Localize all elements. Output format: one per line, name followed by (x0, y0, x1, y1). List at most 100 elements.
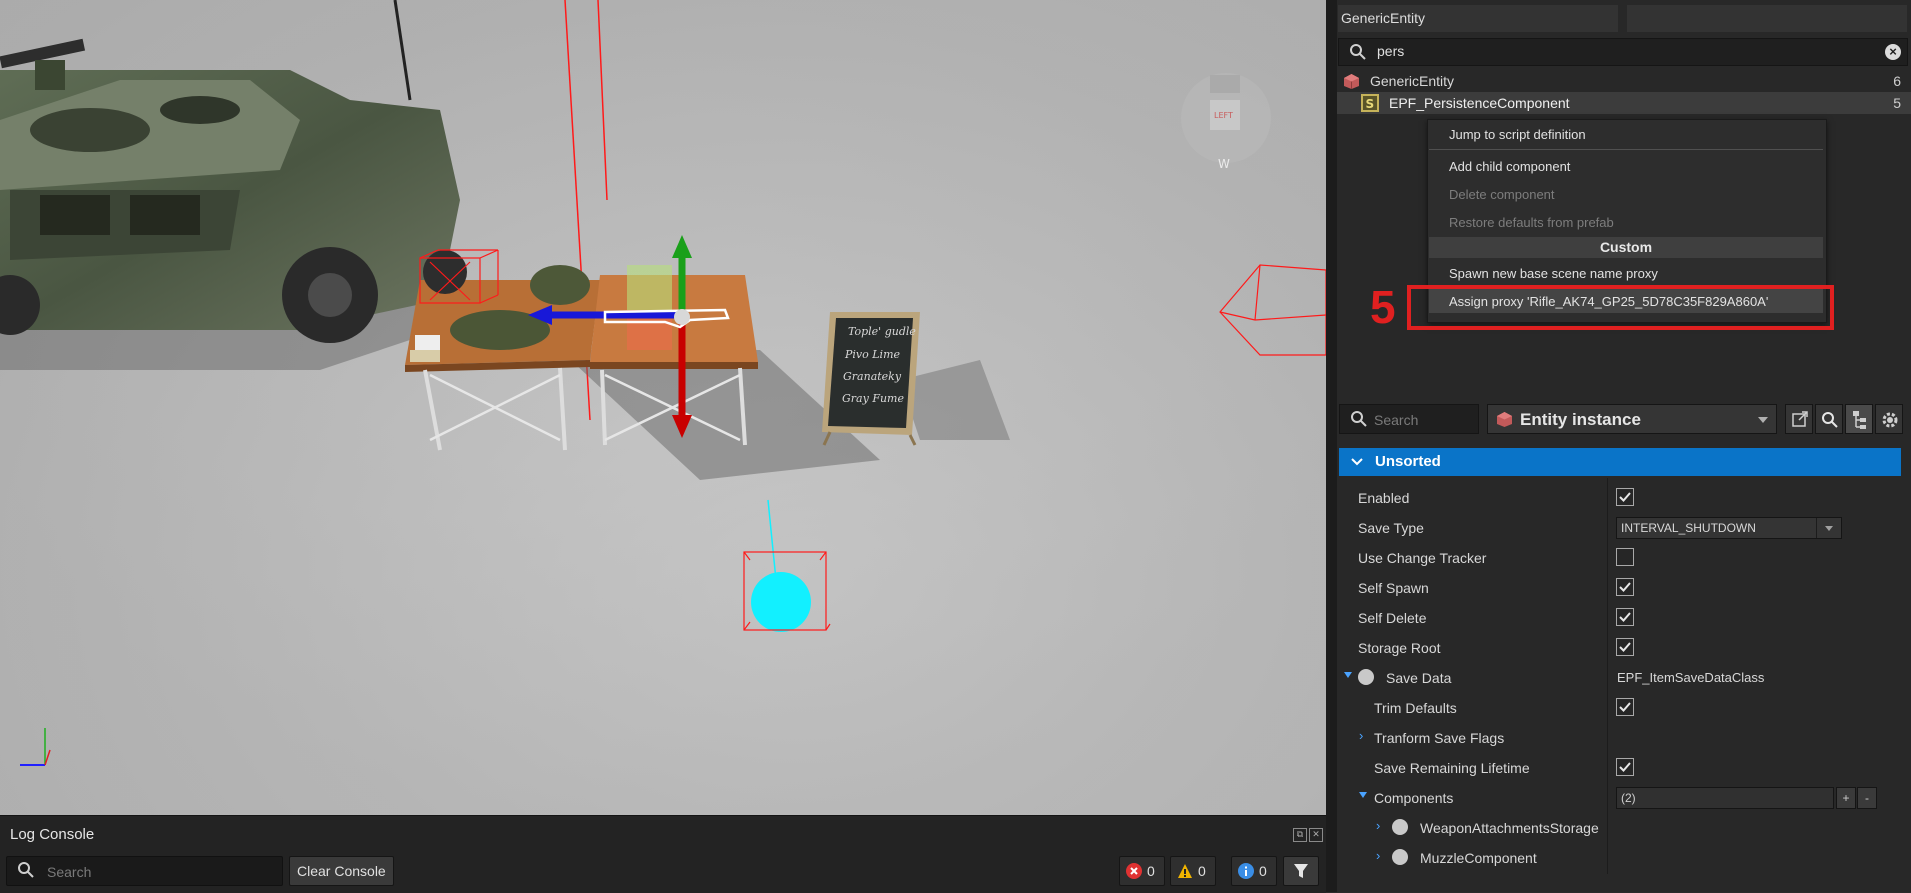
tree-row-persistence-component[interactable]: S EPF_PersistenceComponent 5 (1337, 92, 1911, 114)
check-icon (1619, 492, 1631, 502)
prop-row-components: Components (2) + - (1337, 783, 1911, 813)
save-type-value: INTERVAL_SHUTDOWN (1621, 521, 1756, 535)
warning-filter-button[interactable]: 0 (1170, 856, 1216, 886)
menu-item-jump-to-script[interactable]: Jump to script definition (1449, 127, 1586, 142)
remove-component-button[interactable]: - (1857, 787, 1877, 809)
log-console-title: Log Console (10, 826, 95, 843)
panel-separator[interactable] (1326, 0, 1337, 892)
filter-icon (1294, 864, 1308, 878)
properties-search-box[interactable] (1339, 404, 1479, 434)
prop-label: Components (1374, 790, 1454, 806)
log-console-panel: Log Console ⧉ ✕ Clear Console 0 0 0 (0, 815, 1326, 893)
hierarchy-view-button[interactable] (1845, 404, 1873, 434)
expand-toggle-icon[interactable] (1344, 672, 1352, 678)
prop-row-self-delete: Self Delete (1337, 603, 1911, 633)
menu-item-spawn-proxy[interactable]: Spawn new base scene name proxy (1449, 266, 1658, 281)
svg-text:S: S (1366, 97, 1375, 111)
log-search-input[interactable] (45, 861, 274, 883)
gizmo-label: LEFT (1214, 111, 1233, 120)
prop-row-save-type: Save Type INTERVAL_SHUTDOWN (1337, 513, 1911, 543)
info-count: 0 (1259, 863, 1267, 879)
gear-icon (1882, 412, 1898, 428)
add-component-button[interactable]: + (1836, 787, 1856, 809)
save-data-value[interactable]: EPF_ItemSaveDataClass (1617, 670, 1764, 685)
prop-label: Self Delete (1358, 610, 1427, 626)
entity-cube-icon (1344, 74, 1359, 89)
check-icon (1619, 612, 1631, 622)
search-icon (18, 862, 34, 878)
tree-row-label: GenericEntity (1370, 73, 1455, 89)
self-delete-checkbox[interactable] (1616, 608, 1634, 626)
prop-label: Self Spawn (1358, 580, 1429, 596)
trim-defaults-checkbox[interactable] (1616, 698, 1634, 716)
hierarchy-icon (1853, 411, 1866, 429)
prop-label: WeaponAttachmentsStorage (1420, 820, 1599, 836)
undock-icon[interactable]: ⧉ (1293, 828, 1307, 842)
object-icon (1392, 849, 1408, 865)
enabled-checkbox[interactable] (1616, 488, 1634, 506)
clear-console-button[interactable]: Clear Console (289, 856, 394, 886)
object-icon (1392, 819, 1408, 835)
components-array-field[interactable]: (2) (1616, 787, 1834, 809)
log-search-box[interactable] (6, 856, 283, 886)
hierarchy-header: GenericEntity (1337, 0, 1911, 36)
prop-row-save-remaining-lifetime: Save Remaining Lifetime (1337, 753, 1911, 783)
section-header-unsorted[interactable]: Unsorted (1339, 448, 1901, 476)
info-icon (1238, 863, 1254, 879)
properties-toolbar: Entity instance (1337, 402, 1911, 436)
secondary-field[interactable] (1627, 5, 1907, 32)
save-type-dropdown[interactable]: INTERVAL_SHUTDOWN (1616, 517, 1842, 539)
check-icon (1619, 762, 1631, 772)
chevron-down-icon (1351, 458, 1363, 466)
menu-item-delete-component[interactable]: Delete component (1449, 187, 1555, 202)
prop-label: Trim Defaults (1374, 700, 1457, 716)
chevron-down-icon (1816, 518, 1841, 538)
entity-name-field[interactable]: GenericEntity (1338, 5, 1618, 32)
script-icon: S (1361, 94, 1379, 112)
prop-label: Save Type (1358, 520, 1424, 536)
warning-icon (1178, 864, 1192, 878)
prop-label: Save Data (1386, 670, 1452, 686)
close-console-icon[interactable]: ✕ (1309, 828, 1323, 842)
use-change-tracker-checkbox[interactable] (1616, 548, 1634, 566)
tree-row-count: 5 (1893, 95, 1901, 111)
prop-row-muzzle-component: › MuzzleComponent (1376, 848, 1537, 866)
settings-button[interactable] (1875, 404, 1903, 434)
warning-count: 0 (1198, 863, 1206, 879)
scene-render: Tople' gudle Pivo Lime Granateky Gray Fu… (0, 0, 1326, 815)
search-icon (1350, 44, 1366, 60)
prop-row-trim-defaults: Trim Defaults (1337, 693, 1911, 723)
tree-row-entity[interactable]: GenericEntity 6 (1337, 70, 1911, 92)
scene-viewport[interactable]: Tople' gudle Pivo Lime Granateky Gray Fu… (0, 0, 1326, 815)
prop-label: MuzzleComponent (1420, 850, 1537, 866)
prop-label: Tranform Save Flags (1374, 730, 1505, 746)
self-spawn-checkbox[interactable] (1616, 578, 1634, 596)
properties-search-input[interactable] (1372, 410, 1476, 430)
clear-search-icon[interactable]: × (1885, 44, 1901, 60)
hierarchy-search-box[interactable]: pers × (1338, 38, 1908, 66)
search-icon (1822, 412, 1838, 428)
menu-item-restore-defaults[interactable]: Restore defaults from prefab (1449, 215, 1614, 230)
prop-row-transform-save-flags: › Tranform Save Flags (1359, 728, 1505, 746)
expand-toggle-icon[interactable] (1359, 792, 1367, 798)
prop-row-self-spawn: Self Spawn (1337, 573, 1911, 603)
info-filter-button[interactable]: 0 (1231, 856, 1277, 886)
menu-item-add-child-component[interactable]: Add child component (1449, 159, 1570, 174)
prop-row-save-data: Save Data EPF_ItemSaveDataClass (1337, 663, 1911, 693)
storage-root-checkbox[interactable] (1616, 638, 1634, 656)
open-external-button[interactable] (1785, 404, 1813, 434)
hierarchy-search-input[interactable]: pers (1377, 43, 1404, 59)
save-remaining-lifetime-checkbox[interactable] (1616, 758, 1634, 776)
object-icon (1358, 669, 1374, 685)
tutorial-step-number: 5 (1370, 281, 1396, 333)
menu-section-custom: Custom (1429, 237, 1823, 258)
error-filter-button[interactable]: 0 (1119, 856, 1165, 886)
find-button[interactable] (1815, 404, 1843, 434)
prop-label: Storage Root (1358, 640, 1441, 656)
chevron-down-icon (1758, 417, 1768, 423)
chalkboard-line-2: Pivo Lime (844, 348, 901, 361)
chalkboard-line-4: Gray Fume (842, 392, 904, 405)
chalkboard: Tople' gudle Pivo Lime Granateky Gray Fu… (822, 312, 920, 446)
filter-button[interactable] (1283, 856, 1319, 886)
entity-type-select[interactable]: Entity instance (1487, 404, 1777, 434)
